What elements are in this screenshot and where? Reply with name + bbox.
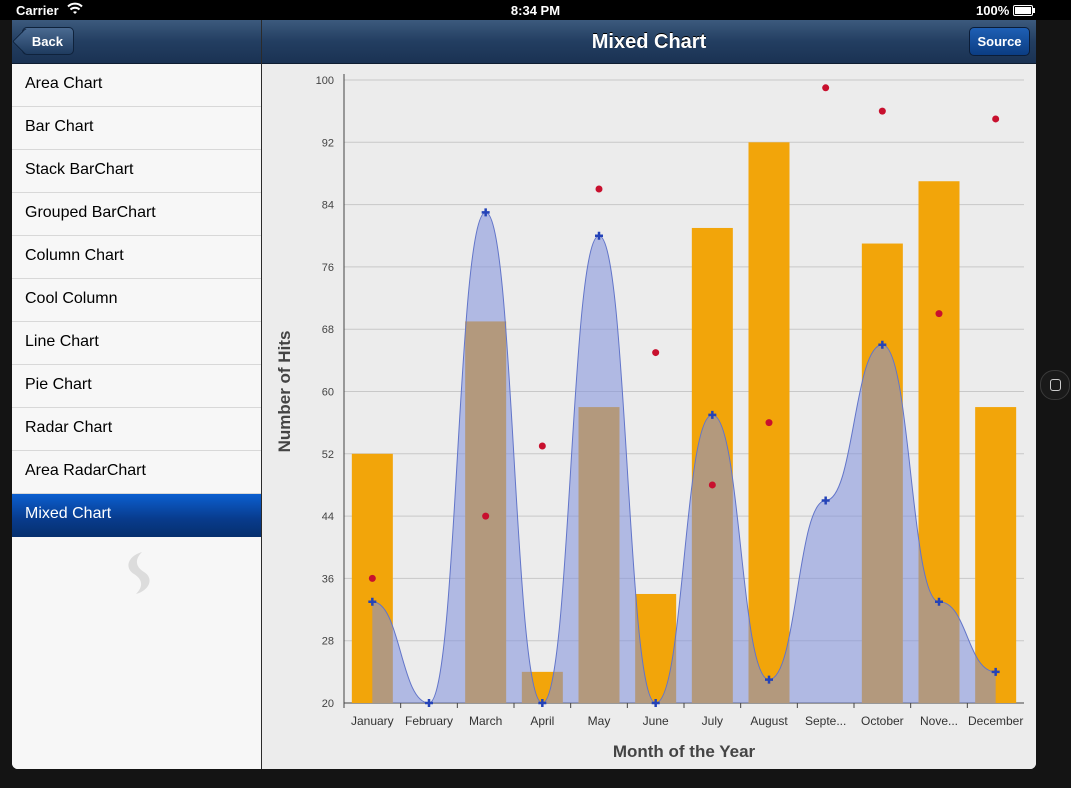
scatter-point — [878, 107, 886, 115]
x-tick-label: Septe... — [805, 714, 846, 728]
x-tick-label: July — [702, 714, 723, 728]
sidebar-navbar: Back — [12, 20, 261, 64]
column-bar — [975, 407, 1017, 703]
source-button[interactable]: Source — [969, 27, 1030, 56]
battery-icon — [1013, 5, 1035, 16]
x-tick-label: Nove... — [920, 714, 958, 728]
scatter-point — [765, 419, 773, 427]
sidebar-item-cool-column[interactable]: Cool Column — [12, 279, 261, 322]
x-tick-label: October — [861, 714, 904, 728]
x-tick-label: August — [750, 714, 788, 728]
y-tick-label: 84 — [322, 200, 334, 212]
scatter-point — [482, 512, 490, 520]
status-bar: Carrier 8:34 PM 100% — [0, 0, 1071, 20]
y-tick-label: 76 — [322, 262, 334, 274]
x-tick-label: May — [588, 714, 611, 728]
sidebar-item-mixed-chart[interactable]: Mixed Chart — [12, 494, 261, 537]
sidebar-item-area-radarchart[interactable]: Area RadarChart — [12, 451, 261, 494]
x-tick-label: April — [530, 714, 554, 728]
scatter-point — [992, 115, 1000, 123]
y-tick-label: 100 — [316, 75, 334, 87]
scatter-point — [822, 84, 830, 92]
sidebar: Back Area Chart Bar Chart Stack BarChart Gr… — [12, 20, 262, 769]
sidebar-item-line-chart[interactable]: Line Chart — [12, 322, 261, 365]
y-axis-title: Number of Hits — [275, 331, 294, 453]
area-point-marker — [425, 699, 433, 707]
mixed-chart: 20 28 36 44 52 60 68 76 84 92 100 January February Ma… — [275, 74, 1024, 761]
scatter-point — [538, 442, 546, 450]
y-tick-label: 28 — [322, 636, 334, 648]
x-tick-label: February — [405, 714, 453, 728]
y-tick-label: 68 — [322, 324, 334, 336]
scatter-point — [935, 310, 943, 318]
scatter-point — [652, 349, 660, 357]
clock: 8:34 PM — [510, 3, 561, 18]
chart-menu: Area Chart Bar Chart Stack BarChart Grouped… — [12, 64, 261, 537]
sidebar-item-radar-chart[interactable]: Radar Chart — [12, 408, 261, 451]
page-title: Mixed Chart — [591, 31, 707, 53]
y-tick-label: 52 — [322, 449, 334, 461]
scatter-point — [708, 481, 716, 489]
y-tick-label: 36 — [322, 573, 334, 585]
sidebar-item-grouped-barchart[interactable]: Grouped BarChart — [12, 193, 261, 236]
back-button[interactable]: Back — [22, 27, 74, 55]
sidebar-item-area-chart[interactable]: Area Chart — [12, 64, 261, 107]
app-window: Back Area Chart Bar Chart Stack BarChart Gr… — [12, 20, 1036, 769]
battery-percent: 100% — [976, 3, 1010, 18]
chart-area: 20 28 36 44 52 60 68 76 84 92 100 January February Ma… — [262, 64, 1036, 769]
x-tick-label: December — [968, 714, 1023, 728]
scatter-point — [368, 574, 376, 582]
scatter-point — [595, 185, 603, 193]
x-tick-label: January — [351, 714, 394, 728]
sidebar-item-bar-chart[interactable]: Bar Chart — [12, 107, 261, 150]
app-logo-icon — [128, 552, 150, 594]
x-tick-label: March — [469, 714, 502, 728]
y-tick-label: 92 — [322, 137, 334, 149]
side-handle-button[interactable] — [1040, 370, 1070, 400]
back-button-label: Back — [31, 34, 63, 49]
y-tick-label: 44 — [322, 511, 334, 523]
sidebar-item-stack-barchart[interactable]: Stack BarChart — [12, 150, 261, 193]
y-tick-label: 60 — [322, 387, 334, 399]
sidebar-item-column-chart[interactable]: Column Chart — [12, 236, 261, 279]
sidebar-item-pie-chart[interactable]: Pie Chart — [12, 365, 261, 408]
x-axis-title: Month of the Year — [613, 742, 756, 761]
main-navbar: Mixed Chart Source — [262, 20, 1036, 64]
x-tick-label: June — [643, 714, 669, 728]
y-tick-label: 20 — [322, 698, 334, 710]
